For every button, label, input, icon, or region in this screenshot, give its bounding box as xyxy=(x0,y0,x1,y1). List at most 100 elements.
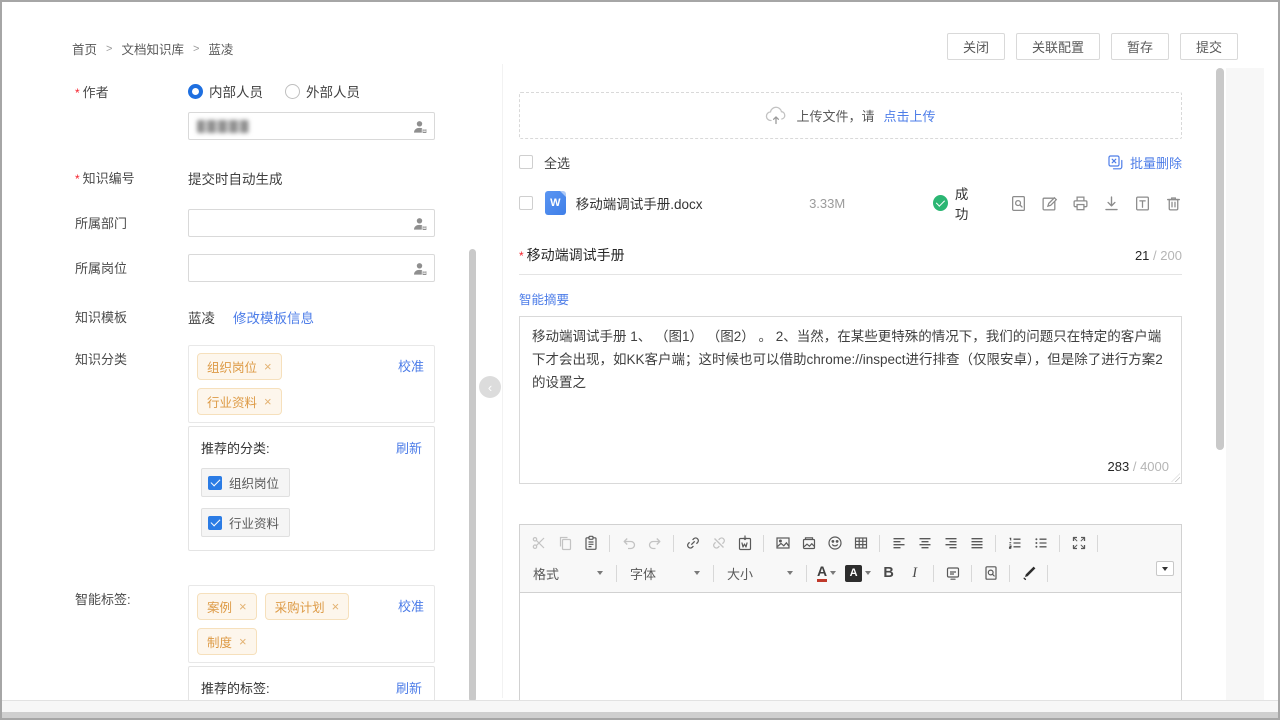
radio-external[interactable]: 外部人员 xyxy=(285,81,360,101)
align-left-icon[interactable] xyxy=(886,531,911,555)
source-code-icon[interactable] xyxy=(940,561,965,585)
bottom-frame xyxy=(2,700,1278,718)
checkbox-checked-icon[interactable] xyxy=(208,516,222,530)
font-dropdown[interactable]: 字体 xyxy=(623,561,707,585)
radio-internal[interactable]: 内部人员 xyxy=(188,81,263,101)
format-dropdown[interactable]: 格式 xyxy=(526,561,610,585)
summary-resize-handle[interactable] xyxy=(1171,473,1180,482)
title-char-max: 200 xyxy=(1160,248,1182,263)
recommended-category-chip[interactable]: 行业资料 xyxy=(201,508,290,537)
print-file-icon[interactable] xyxy=(1072,195,1089,212)
doc-title-field[interactable]: * 移动端调试手册 21 / 200 xyxy=(519,245,1182,275)
bold-button[interactable]: B xyxy=(876,561,901,585)
format-painter-icon[interactable] xyxy=(1016,561,1041,585)
undo-icon[interactable] xyxy=(616,531,641,555)
tag-remove-icon[interactable]: × xyxy=(239,600,247,613)
cloud-upload-icon xyxy=(765,106,787,126)
category-tag-box: 校准 组织岗位× 行业资料× xyxy=(188,345,435,423)
breadcrumb-home[interactable]: 首页 xyxy=(72,39,97,58)
category-calibrate-link[interactable]: 校准 xyxy=(398,356,424,375)
table-icon[interactable] xyxy=(848,531,873,555)
align-right-icon[interactable] xyxy=(938,531,963,555)
person-select-icon[interactable] xyxy=(412,119,428,135)
ordered-list-icon[interactable] xyxy=(1002,531,1027,555)
italic-button[interactable]: I xyxy=(902,561,927,585)
download-file-icon[interactable] xyxy=(1103,195,1120,212)
recommended-categories-box: 推荐的分类: 刷新 组织岗位 行业资料 xyxy=(188,426,435,551)
file-actions xyxy=(1010,195,1182,212)
smart-tag[interactable]: 制度× xyxy=(197,628,257,655)
text-color-button[interactable]: A xyxy=(813,561,840,585)
convert-file-icon[interactable] xyxy=(1134,195,1151,212)
recommended-category-chip[interactable]: 组织岗位 xyxy=(201,468,290,497)
category-refresh-link[interactable]: 刷新 xyxy=(396,438,422,457)
maximize-icon[interactable] xyxy=(1066,531,1091,555)
breadcrumb-library[interactable]: 文档知识库 xyxy=(121,39,184,58)
tag-remove-icon[interactable]: × xyxy=(264,395,272,408)
category-tag[interactable]: 行业资料× xyxy=(197,388,282,415)
person-select-icon[interactable] xyxy=(412,261,428,277)
emoji-icon[interactable] xyxy=(822,531,847,555)
summary-char-count: 283 xyxy=(1108,459,1130,474)
file-row: W 移动端调试手册.docx 3.33M 成功 xyxy=(519,183,1182,223)
delete-file-icon[interactable] xyxy=(1165,195,1182,212)
background-color-button[interactable]: A xyxy=(841,561,875,585)
preview-icon[interactable] xyxy=(978,561,1003,585)
chip-label: 行业资料 xyxy=(229,513,279,532)
knowledge-edit-page: 首页 > 文档知识库 > 蓝凌 关闭 关联配置 暂存 提交 *作者 内部人员 外… xyxy=(0,0,1280,720)
link-icon[interactable] xyxy=(680,531,705,555)
submit-button[interactable]: 提交 xyxy=(1180,33,1238,60)
category-tag[interactable]: 组织岗位× xyxy=(197,353,282,380)
file-name[interactable]: 移动端调试手册.docx xyxy=(576,193,809,213)
template-label: 知识模板 xyxy=(75,303,188,326)
category-label: 知识分类 xyxy=(75,345,188,368)
align-center-icon[interactable] xyxy=(912,531,937,555)
summary-textarea[interactable]: 移动端调试手册 1、 （图1） （图2） 。 2、当然，在某些更特殊的情况下，我… xyxy=(519,316,1182,484)
smart-tag[interactable]: 采购计划× xyxy=(265,593,350,620)
copy-icon[interactable] xyxy=(552,531,577,555)
unordered-list-icon[interactable] xyxy=(1028,531,1053,555)
author-input[interactable] xyxy=(188,112,435,140)
checkbox-checked-icon[interactable] xyxy=(208,476,222,490)
image-icon[interactable] xyxy=(770,531,795,555)
breadcrumb-separator: > xyxy=(193,43,199,55)
upload-link[interactable]: 点击上传 xyxy=(884,106,936,125)
edit-template-link[interactable]: 修改模板信息 xyxy=(233,307,314,327)
paste-from-word-icon[interactable] xyxy=(732,531,757,555)
unlink-icon[interactable] xyxy=(706,531,731,555)
post-input[interactable] xyxy=(188,254,435,282)
select-all-checkbox[interactable] xyxy=(519,155,533,169)
recommended-tags-title: 推荐的标签: xyxy=(201,678,270,697)
preview-file-icon[interactable] xyxy=(1010,195,1027,212)
breadcrumb: 首页 > 文档知识库 > 蓝凌 xyxy=(72,39,233,58)
smart-calibrate-link[interactable]: 校准 xyxy=(398,596,424,615)
file-checkbox[interactable] xyxy=(519,196,533,210)
cut-icon[interactable] xyxy=(526,531,551,555)
tag-remove-icon[interactable]: × xyxy=(264,360,272,373)
doc-title-value[interactable]: 移动端调试手册 xyxy=(527,245,625,265)
panel-collapse-handle[interactable]: ‹ xyxy=(479,376,501,398)
left-panel-scrollbar[interactable] xyxy=(469,249,476,702)
person-select-icon[interactable] xyxy=(412,216,428,232)
redo-icon[interactable] xyxy=(642,531,667,555)
tag-remove-icon[interactable]: × xyxy=(332,600,340,613)
edit-file-icon[interactable] xyxy=(1041,195,1058,212)
close-button[interactable]: 关闭 xyxy=(947,33,1005,60)
font-size-dropdown[interactable]: 大小 xyxy=(720,561,800,585)
toolbar-collapse-button[interactable] xyxy=(1156,561,1174,576)
chevron-down-icon xyxy=(787,571,793,575)
justify-icon[interactable] xyxy=(964,531,989,555)
paste-icon[interactable] xyxy=(578,531,603,555)
batch-delete-icon xyxy=(1107,154,1124,171)
smart-refresh-link[interactable]: 刷新 xyxy=(396,678,422,697)
batch-delete-button[interactable]: 批量删除 xyxy=(1107,153,1182,172)
smart-tag[interactable]: 案例× xyxy=(197,593,257,620)
related-config-button[interactable]: 关联配置 xyxy=(1016,33,1100,60)
smart-summary-link[interactable]: 智能摘要 xyxy=(519,293,569,307)
dept-input[interactable] xyxy=(188,209,435,237)
upload-dropzone[interactable]: 上传文件，请 点击上传 xyxy=(519,92,1182,139)
right-panel-scrollbar[interactable] xyxy=(1216,68,1224,450)
photo-album-icon[interactable] xyxy=(796,531,821,555)
save-draft-button[interactable]: 暂存 xyxy=(1111,33,1169,60)
tag-remove-icon[interactable]: × xyxy=(239,635,247,648)
